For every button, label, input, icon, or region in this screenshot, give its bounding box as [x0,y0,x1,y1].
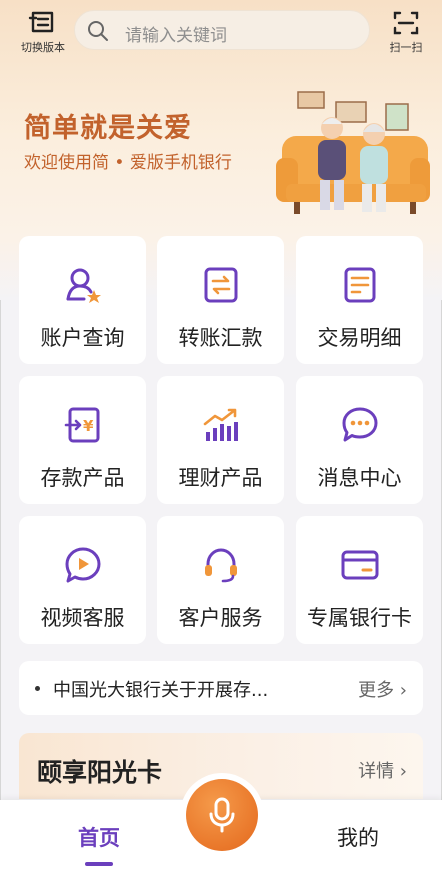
grid-item-message-center[interactable]: 消息中心 [296,376,423,504]
tab-home-label: 首页 [78,826,120,850]
active-tab-indicator [85,862,113,866]
promo-title: 颐享阳光卡 [37,758,163,787]
voice-assistant-button[interactable] [186,779,258,851]
deposit-icon: ¥ [64,407,100,443]
grid-item-label: 转账汇款 [178,326,263,350]
grid-item-label: 视频客服 [40,606,125,630]
switch-version-icon [28,11,54,33]
grid-item-account-query[interactable]: 账户查询 [19,236,146,364]
notice-text[interactable]: 中国光大银行关于开展存... [53,676,268,702]
transfer-icon [204,267,238,303]
tab-mine[interactable]: 我的 [318,822,398,852]
grid-item-bank-card[interactable]: 专属银行卡 [296,516,423,644]
video-service-icon [65,547,101,583]
grid-item-label: 消息中心 [317,466,402,490]
scan-icon [393,11,419,35]
tab-mine-label: 我的 [337,826,379,850]
scan-label: 扫一扫 [389,41,423,54]
microphone-icon [209,797,235,833]
grid-item-label: 存款产品 [40,466,125,490]
grid-item-wealth[interactable]: 理财产品 [157,376,284,504]
top-bar: 切换版本 请输入关键词 扫一扫 [0,0,442,62]
tab-home[interactable]: 首页 [62,822,136,866]
grid-item-deposit[interactable]: ¥ 存款产品 [19,376,146,504]
transaction-details-icon [344,267,376,303]
bullet-dot [35,686,40,691]
grid-item-label: 客户服务 [178,606,263,630]
switch-version-button[interactable]: 切换版本 [14,10,72,55]
headset-icon [205,548,237,583]
search-icon [88,21,108,41]
notice-more-link[interactable]: 更多 › [358,676,407,702]
bank-card-icon [341,550,379,580]
grid-item-video-service[interactable]: 视频客服 [19,516,146,644]
promo-detail-link[interactable]: 详情 › [358,757,407,783]
account-user-icon [66,268,101,303]
grid-item-customer-service[interactable]: 客户服务 [157,516,284,644]
svg-text:¥: ¥ [83,417,94,435]
grid-item-label: 理财产品 [178,466,263,490]
grid-item-label: 账户查询 [40,326,125,350]
hero-slogan: 简单就是关爱 [24,113,192,144]
wealth-chart-icon [203,408,238,441]
grid-item-transaction-details[interactable]: 交易明细 [296,236,423,364]
grid-item-label: 交易明细 [317,326,402,350]
switch-version-label: 切换版本 [21,41,65,54]
scan-button[interactable]: 扫一扫 [384,10,428,55]
notice-bar[interactable]: 中国光大银行关于开展存... 更多 › [19,661,423,715]
search-placeholder: 请输入关键词 [125,26,227,46]
elderly-couple-illustration [276,91,430,214]
hero-subtitle: 欢迎使用简 • 爱版手机银行 [24,153,232,173]
grid-item-label: 专属银行卡 [307,606,412,630]
grid-item-transfer[interactable]: 转账汇款 [157,236,284,364]
search-input[interactable]: 请输入关键词 [74,10,370,50]
message-bubble-icon [342,407,378,442]
